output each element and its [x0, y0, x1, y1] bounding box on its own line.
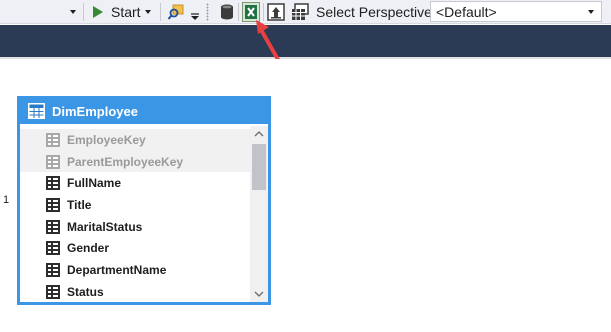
column-name: EmployeeKey: [67, 133, 146, 147]
toolbar-separator: [238, 3, 239, 21]
column-name: MaritalStatus: [67, 219, 143, 234]
column-icon: [46, 154, 60, 169]
document-tab-strip: [0, 25, 611, 57]
column-icon: [46, 284, 60, 299]
perspective-select-value: <Default>: [436, 4, 497, 20]
column-item[interactable]: Title: [20, 194, 250, 216]
column-item[interactable]: DepartmentName: [20, 259, 250, 281]
perspective-select[interactable]: <Default>: [430, 1, 602, 22]
column-icon: [46, 133, 60, 147]
column-icon: [46, 219, 60, 234]
database-icon[interactable]: [219, 3, 235, 21]
column-icon: [46, 263, 60, 278]
column-name: DepartmentName: [67, 263, 167, 278]
column-icon: [46, 198, 60, 213]
search-icon[interactable]: [167, 3, 185, 21]
chevron-down-icon[interactable]: [588, 10, 594, 14]
select-perspective-label: Select Perspective: [316, 4, 432, 20]
vertical-scrollbar[interactable]: [250, 126, 268, 302]
column-name: Gender: [67, 241, 110, 256]
column-item[interactable]: Gender: [20, 237, 250, 259]
column-item[interactable]: MaritalStatus: [20, 216, 250, 238]
play-icon: [93, 6, 103, 18]
column-item[interactable]: FullName: [20, 172, 250, 194]
column-icon: [46, 241, 60, 256]
overflow-arrow-icon[interactable]: [190, 6, 200, 20]
column-name: Title: [67, 198, 92, 213]
scroll-down-icon[interactable]: [250, 285, 268, 302]
toolbar: Start Select Perspective <Default>: [0, 0, 611, 24]
column-name: ParentEmployeeKey: [67, 154, 184, 169]
toolbar-separator: [83, 3, 84, 21]
table-title: DimEmployee: [52, 104, 138, 119]
page-number: 1: [3, 194, 10, 206]
column-icon: [46, 176, 60, 191]
table-header[interactable]: DimEmployee: [20, 99, 268, 124]
scroll-up-icon[interactable]: [250, 126, 268, 143]
dropdown-arrow-icon[interactable]: [70, 10, 76, 14]
scrollbar-thumb[interactable]: [252, 144, 266, 190]
table-dimemployee[interactable]: DimEmployee EmployeeKey ParentEmployeeKe…: [17, 96, 271, 305]
start-button[interactable]: Start: [88, 0, 156, 24]
table-icon: [28, 103, 45, 119]
column-name: Status: [67, 284, 104, 299]
column-list: EmployeeKey ParentEmployeeKey FullName T…: [20, 129, 250, 303]
column-name: FullName: [67, 176, 122, 191]
column-item[interactable]: ParentEmployeeKey: [20, 150, 250, 173]
toolbar-separator: [160, 3, 161, 21]
start-dropdown-arrow-icon[interactable]: [145, 10, 151, 14]
grip-icon: [206, 3, 209, 21]
column-item[interactable]: EmployeeKey: [20, 129, 250, 151]
column-item[interactable]: Status: [20, 281, 250, 303]
start-label: Start: [111, 4, 141, 20]
